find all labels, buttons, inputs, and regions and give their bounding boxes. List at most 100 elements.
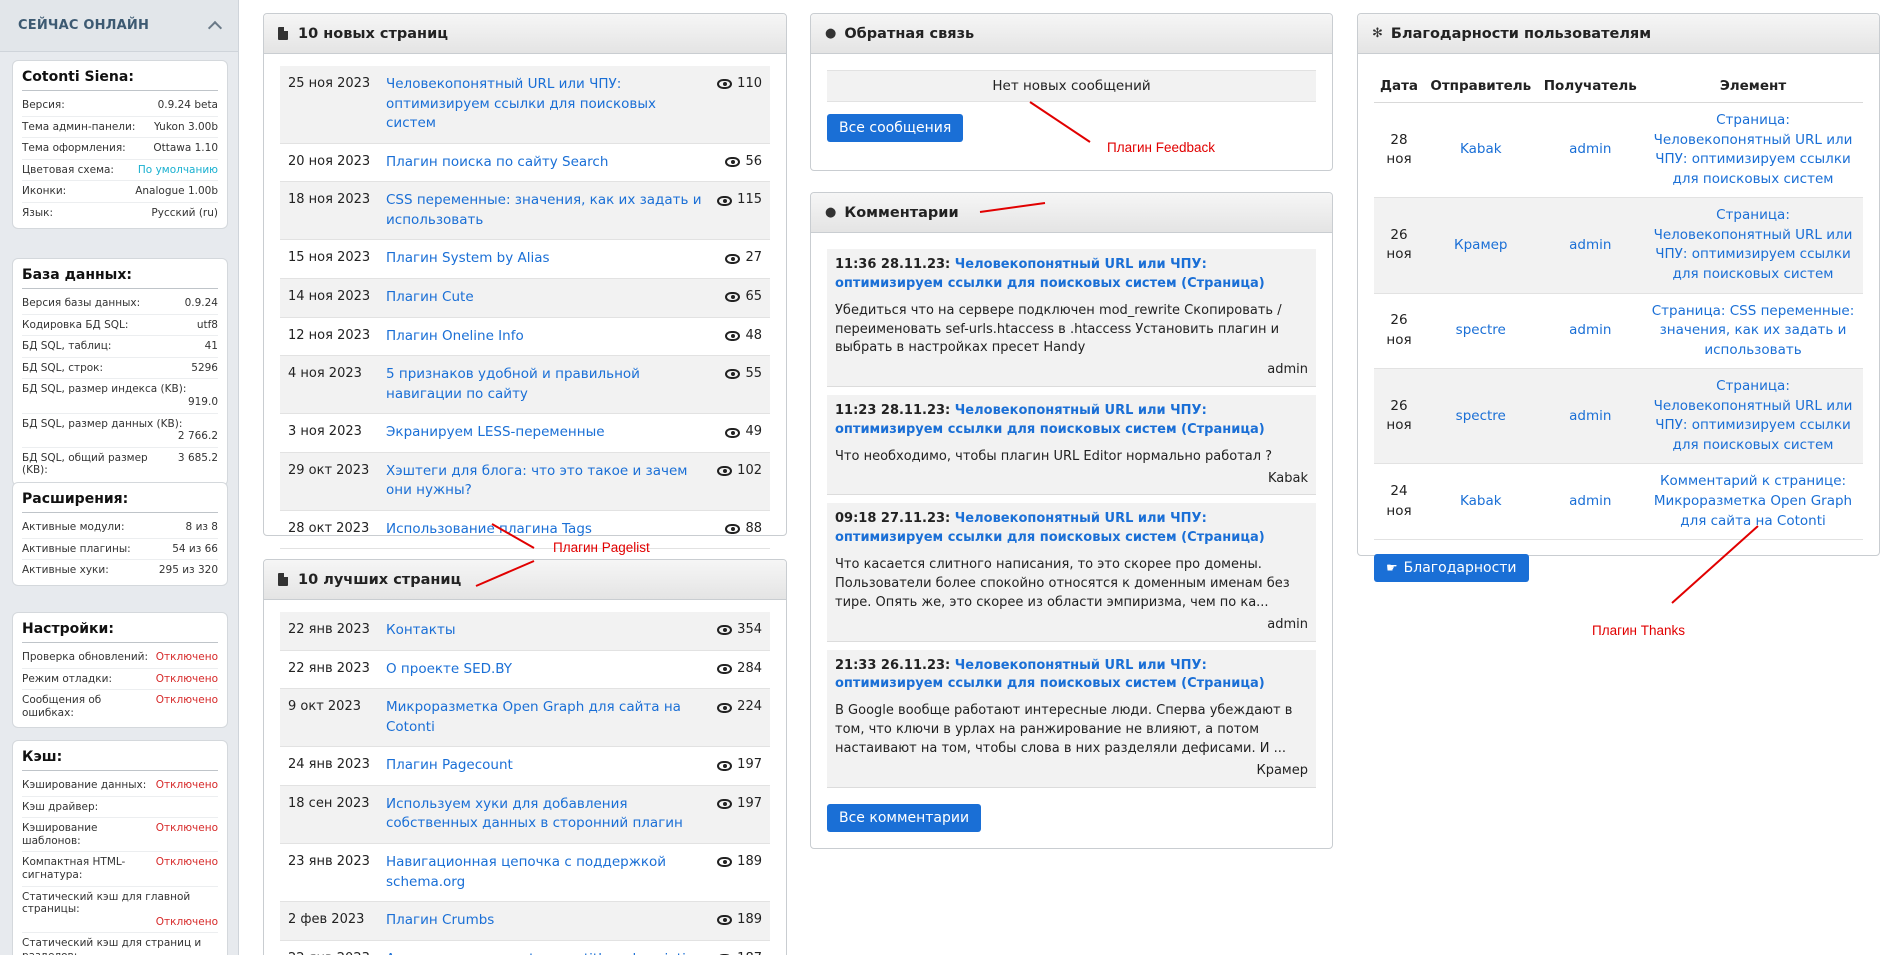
page-views-count: 354 bbox=[737, 622, 762, 637]
feedback-header: ● Обратная связь bbox=[811, 14, 1332, 54]
thanks-recipient-link[interactable]: admin bbox=[1537, 293, 1643, 370]
comment-header: 11:36 28.11.23: Человекопонятный URL или… bbox=[835, 256, 1308, 294]
thanks-date: 28 ноя bbox=[1374, 102, 1424, 199]
page-link[interactable]: 5 признаков удобной и правильной навигац… bbox=[386, 365, 725, 404]
admin-dashboard: СЕЙЧАС ОНЛАЙН Cotonti Siena: Версия: 0.9.… bbox=[0, 0, 1903, 955]
annotation-feedback: Плагин Feedback bbox=[1107, 140, 1216, 155]
thanks-sender-link[interactable]: Kabak bbox=[1424, 102, 1538, 199]
page-views: 189 bbox=[717, 911, 762, 930]
info-label: Кэширование шаблонов: bbox=[22, 822, 98, 847]
page-link[interactable]: О проекте SED.BY bbox=[386, 660, 717, 680]
thanks-date: 26 ноя bbox=[1374, 197, 1424, 294]
page-date: 22 янв 2023 bbox=[288, 950, 386, 955]
info-value: Отключено bbox=[155, 672, 218, 685]
settings-title: Настройки: bbox=[22, 621, 218, 643]
thanks-item-link[interactable]: Страница: Человекопонятный URL или ЧПУ: … bbox=[1643, 368, 1863, 465]
info-label: Цветовая схема: bbox=[22, 163, 114, 176]
thanks-column-header: Дата bbox=[1374, 70, 1424, 103]
page-link[interactable]: Плагин System by Alias bbox=[386, 249, 725, 269]
thanks-item-link[interactable]: Страница: Человекопонятный URL или ЧПУ: … bbox=[1643, 197, 1863, 294]
info-label: Кэширование данных: bbox=[22, 779, 147, 791]
info-value: Analogue 1.00b bbox=[135, 185, 218, 198]
info-value: 295 из 320 bbox=[158, 564, 218, 577]
page-link[interactable]: Микроразметка Open Graph для сайта на Co… bbox=[386, 698, 717, 737]
info-row: Тема админ-панели: Yukon 3.00b bbox=[22, 117, 218, 139]
page-link[interactable]: Человекопонятный URL или ЧПУ: оптимизиру… bbox=[386, 75, 717, 134]
thanks-row: 26 ноя spectre admin Страница: Человекопоня… bbox=[1374, 368, 1863, 465]
page-views-count: 49 bbox=[745, 424, 762, 440]
thanks-item-link[interactable]: Страница: Человекопонятный URL или ЧПУ: … bbox=[1643, 102, 1863, 199]
comment-text: Что необходимо, чтобы плагин URL Editor … bbox=[835, 448, 1273, 464]
page-row: 20 ноя 2023 Плагин поиска по сайту Search… bbox=[280, 144, 770, 183]
feedback-empty-message: Нет новых сообщений bbox=[827, 70, 1316, 102]
page-link[interactable]: Плагин поиска по сайту Search bbox=[386, 153, 725, 173]
info-label: Статический кэш для страниц и разделов: bbox=[22, 937, 202, 955]
info-label: Версия базы данных: bbox=[22, 297, 141, 309]
page-row: 29 окт 2023 Хэштеги для блога: что это та… bbox=[280, 452, 770, 511]
page-link[interactable]: Плагин Cute bbox=[386, 288, 725, 308]
page-views: 27 bbox=[725, 249, 762, 268]
page-row: 2 фев 2023 Плагин Crumbs 189 bbox=[280, 902, 770, 941]
thanks-recipient-link[interactable]: admin bbox=[1537, 463, 1643, 541]
page-link[interactable]: Использование плагина Tags bbox=[386, 520, 725, 540]
thanks-recipient-link[interactable]: admin bbox=[1537, 102, 1643, 199]
thanks-item-link[interactable]: Страница: CSS переменные: значения, как … bbox=[1643, 293, 1863, 370]
all-messages-button[interactable]: Все сообщения bbox=[827, 114, 964, 142]
chevron-up-icon[interactable] bbox=[207, 20, 223, 36]
comment-text: Что касается слитного написания, то это … bbox=[835, 557, 1290, 610]
info-label: Тема админ-панели: bbox=[22, 120, 136, 133]
extensions-title: Расширения: bbox=[22, 491, 218, 513]
thanks-recipient-link[interactable]: admin bbox=[1537, 368, 1643, 465]
site-info-title: Cotonti Siena: bbox=[22, 69, 218, 91]
page-link[interactable]: CSS переменные: значения, как их задать … bbox=[386, 191, 717, 230]
comment-time: 21:33 26.11.23: bbox=[835, 657, 951, 673]
thanks-button[interactable]: ☛ Благодарности bbox=[1374, 554, 1529, 583]
eye-icon bbox=[717, 799, 733, 810]
page-date: 24 янв 2023 bbox=[288, 757, 370, 773]
thanks-sender-link[interactable]: Kabak bbox=[1424, 463, 1538, 541]
page-views-count: 56 bbox=[745, 153, 762, 169]
info-value: 3 685.2 bbox=[177, 451, 218, 464]
page-link[interactable]: Навигационная цепочка с поддержкой schem… bbox=[386, 853, 717, 892]
comment-item: 11:36 28.11.23: Человекопонятный URL или… bbox=[827, 249, 1316, 388]
page-link[interactable]: Экранируем LESS-переменные bbox=[386, 423, 725, 443]
info-label: Статический кэш для главной страницы: bbox=[22, 890, 191, 916]
all-comments-button[interactable]: Все комментарии bbox=[827, 803, 982, 832]
info-label: Тема оформления: bbox=[22, 142, 126, 155]
online-panel-header[interactable]: СЕЙЧАС ОНЛАЙН bbox=[0, 0, 238, 52]
info-row: Цветовая схема: По умолчанию bbox=[22, 160, 218, 182]
info-label: БД SQL, строк: bbox=[22, 361, 104, 374]
thanks-sender-link[interactable]: Крамер bbox=[1424, 197, 1538, 294]
page-row: 4 ноя 2023 5 признаков удобной и правильн… bbox=[280, 356, 770, 415]
info-row: Режим отладки: Отключено bbox=[22, 669, 218, 691]
info-row: Статический кэш для главной страницы: Отк… bbox=[22, 887, 218, 934]
info-value: 5296 bbox=[191, 361, 218, 374]
thanks-sender-link[interactable]: spectre bbox=[1424, 368, 1538, 465]
page-link[interactable]: Используем хуки для добавления собственн… bbox=[386, 795, 717, 834]
page-link[interactable]: Плагин Crumbs bbox=[386, 911, 717, 931]
page-views-count: 189 bbox=[737, 853, 762, 869]
info-row: Версия базы данных: 0.9.24 bbox=[22, 293, 218, 315]
info-row: Язык: Русский (ru) bbox=[22, 203, 218, 224]
info-row: Кэш драйвер: bbox=[22, 797, 218, 819]
eye-icon bbox=[725, 330, 741, 341]
page-row: 9 окт 2023 Микроразметка Open Graph для с… bbox=[280, 689, 770, 748]
page-link[interactable]: Контакты bbox=[386, 621, 717, 641]
thanks-sender-link[interactable]: spectre bbox=[1424, 293, 1538, 370]
thanks-item-link[interactable]: Комментарий к странице: Микроразметка Op… bbox=[1643, 463, 1863, 541]
file-icon bbox=[278, 27, 288, 40]
thanks-table: Дата Отправитель Получатель Элемент 28 ноя K… bbox=[1374, 70, 1863, 541]
info-row: Кэширование данных: Отключено bbox=[22, 775, 218, 797]
info-value: Отключено bbox=[155, 822, 218, 835]
page-link[interactable]: Хэштеги для блога: что это такое и зачем… bbox=[386, 462, 717, 501]
page-link[interactable]: Автоматические meta-теги title и descrip… bbox=[386, 950, 717, 955]
top-pages-header: 10 лучших страниц bbox=[264, 560, 786, 600]
thanks-column-header: Отправитель bbox=[1424, 70, 1538, 103]
page-link[interactable]: Плагин Pagecount bbox=[386, 756, 717, 776]
page-link[interactable]: Плагин Oneline Info bbox=[386, 327, 725, 347]
info-label: БД SQL, таблиц: bbox=[22, 340, 112, 353]
database-title: База данных: bbox=[22, 267, 218, 289]
thanks-recipient-link[interactable]: admin bbox=[1537, 197, 1643, 294]
eye-icon bbox=[725, 369, 741, 380]
page-date: 3 ноя 2023 bbox=[288, 424, 362, 440]
